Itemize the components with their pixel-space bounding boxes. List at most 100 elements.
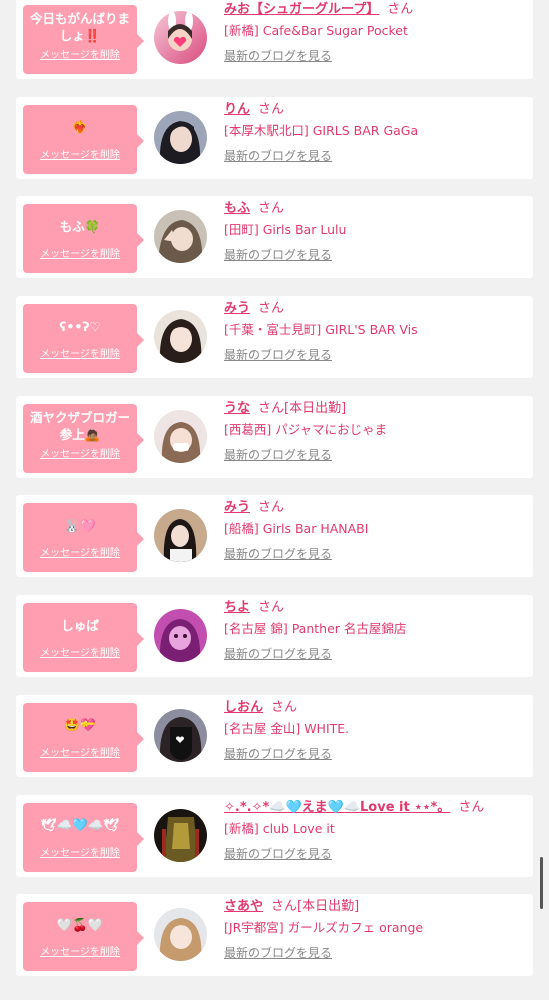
cast-name-link[interactable]: ✧.*.✧*☁️🩵えま🩵☁️Love it ⋆⋆*。 <box>224 800 450 815</box>
message-bubble: ❤️‍🔥 メッセージを削除 <box>23 104 144 174</box>
scrollbar[interactable] <box>540 857 543 909</box>
message-bubble: 酒ヤクザブロガー参上🙇🏽 メッセージを削除 <box>23 403 144 473</box>
message-text: ʕ••ʔ♡ <box>59 318 101 334</box>
avatar-photo <box>154 609 207 663</box>
honorific: さん <box>258 600 285 616</box>
message-bubble: 🐰🩷 メッセージを削除 <box>23 503 144 573</box>
avatar[interactable] <box>154 609 207 663</box>
profile-info: ✧.*.✧*☁️🩵えま🩵☁️Love it ⋆⋆*。 さん [新橋] club L… <box>224 799 527 862</box>
profile-info: みお【シュガーグループ】 さん [新橋] Cafe&Bar Sugar Pocke… <box>224 1 527 64</box>
delete-message-link[interactable]: メッセージを削除 <box>27 248 133 262</box>
shop-label: [西葛西] パジャマにおじゃま <box>224 421 388 437</box>
message-text: 🤩💝 <box>64 717 96 733</box>
delete-message-link[interactable]: メッセージを削除 <box>27 448 133 462</box>
shop-label: [名古屋 金山] WHITE. <box>224 720 350 736</box>
shop-label: [新橋] Cafe&Bar Sugar Pocket <box>224 23 408 38</box>
honorific: さん <box>271 699 298 715</box>
cast-name-link[interactable]: みう <box>224 500 250 515</box>
profile-info: みう さん [千葉・富士見町] GIRL'S BAR Vis 最新のブログを見る <box>224 300 527 363</box>
latest-blog-link[interactable]: 最新のブログを見る <box>224 148 332 164</box>
message-text: 今日もがんばりましょ‼️ <box>29 11 130 43</box>
shop-label: [新橋] club Love it <box>224 820 335 836</box>
cast-name-link[interactable]: もふ <box>224 201 250 216</box>
latest-blog-link[interactable]: 最新のブログを見る <box>224 646 332 662</box>
latest-blog-link[interactable]: 最新のブログを見る <box>224 447 332 463</box>
latest-blog-link[interactable]: 最新のブログを見る <box>224 846 332 862</box>
profile-info: ちよ さん [名古屋 錦] Panther 名古屋錦店 最新のブログを見る <box>224 599 527 662</box>
message-bubble: しゅぱ メッセージを削除 <box>23 603 144 673</box>
list-item: しゅぱ メッセージを削除 ちよ さん [名古屋 錦] Panther 名古屋錦店 … <box>16 595 533 678</box>
favorites-list: 今日もがんばりましょ‼️ メッセージを削除 みお【シュガーグループ】 さん [新橋… <box>0 0 549 994</box>
latest-blog-link[interactable]: 最新のブログを見る <box>224 746 332 762</box>
message-bubble: 🤍🍒🤍 メッセージを削除 <box>23 902 144 972</box>
list-item: 🐰🩷 メッセージを削除 みう さん [船橋] Girls Bar HANABI 最… <box>16 495 533 578</box>
honorific: さん <box>258 101 285 117</box>
message-text: ❤️‍🔥 <box>72 119 88 135</box>
profile-info: しおん さん [名古屋 金山] WHITE. 最新のブログを見る <box>224 699 527 762</box>
latest-blog-link[interactable]: 最新のブログを見る <box>224 546 332 562</box>
honorific: さん <box>258 201 285 217</box>
delete-message-link[interactable]: メッセージを削除 <box>27 647 133 661</box>
list-item: もふ🍀 メッセージを削除 もふ さん [田町] Girls Bar Lulu 最新… <box>16 196 533 279</box>
delete-message-link[interactable]: メッセージを削除 <box>27 547 133 561</box>
message-text: 🤍🍒🤍 <box>56 916 104 932</box>
avatar-photo <box>154 509 207 563</box>
message-text: 酒ヤクザブロガー参上🙇🏽 <box>29 409 130 442</box>
profile-info: さあや さん[本日出勤] [JR宇都宮] ガールズカフェ orange 最新のブロ… <box>224 898 527 961</box>
shop-label: [名古屋 錦] Panther 名古屋錦店 <box>224 621 407 637</box>
avatar[interactable] <box>154 509 207 563</box>
latest-blog-link[interactable]: 最新のブログを見る <box>224 247 332 263</box>
message-bubble: 🤩💝 メッセージを削除 <box>23 702 144 772</box>
avatar-photo <box>154 11 207 64</box>
delete-message-link[interactable]: メッセージを削除 <box>27 348 133 362</box>
delete-message-link[interactable]: メッセージを削除 <box>27 149 133 163</box>
avatar-photo <box>154 708 207 762</box>
avatar[interactable] <box>154 808 207 862</box>
delete-message-link[interactable]: メッセージを削除 <box>27 847 133 861</box>
shop-label: [田町] Girls Bar Lulu <box>224 222 347 238</box>
avatar[interactable] <box>154 409 207 463</box>
message-text: もふ🍀 <box>59 218 101 234</box>
cast-name-link[interactable]: みう <box>224 301 250 316</box>
honorific: さん <box>258 500 285 516</box>
delete-message-link[interactable]: メッセージを削除 <box>27 49 133 63</box>
latest-blog-link[interactable]: 最新のブログを見る <box>224 945 332 961</box>
list-item: 今日もがんばりましょ‼️ メッセージを削除 みお【シュガーグループ】 さん [新橋… <box>16 0 533 79</box>
avatar-photo <box>154 808 207 862</box>
avatar[interactable] <box>154 110 207 164</box>
shop-label: [JR宇都宮] ガールズカフェ orange <box>224 920 424 936</box>
message-bubble: 🕊☁️🩵☁️🕊 メッセージを削除 <box>23 802 144 872</box>
latest-blog-link[interactable]: 最新のブログを見る <box>224 347 332 363</box>
message-text: しゅぱ <box>61 617 99 633</box>
profile-info: うな さん[本日出勤] [西葛西] パジャマにおじゃま 最新のブログを見る <box>224 400 527 463</box>
profile-info: りん さん [本厚木駅北口] GIRLS BAR GaGa 最新のブログを見る <box>224 101 527 164</box>
list-item: 🕊☁️🩵☁️🕊 メッセージを削除 ✧.*.✧*☁️🩵えま🩵☁️Love it ⋆… <box>16 794 533 877</box>
message-bubble: 今日もがんばりましょ‼️ メッセージを削除 <box>23 5 144 74</box>
cast-name-link[interactable]: みお【シュガーグループ】 <box>224 2 379 17</box>
honorific: さん <box>458 799 485 815</box>
cast-name-link[interactable]: うな <box>224 401 250 416</box>
avatar[interactable] <box>154 708 207 762</box>
cast-name-link[interactable]: さあや <box>224 899 263 914</box>
shop-label: [本厚木駅北口] GIRLS BAR GaGa <box>224 122 419 138</box>
latest-blog-link[interactable]: 最新のブログを見る <box>224 48 332 64</box>
shop-label: [船橋] Girls Bar HANABI <box>224 521 369 537</box>
avatar[interactable] <box>154 908 207 962</box>
list-item: 🤍🍒🤍 メッセージを削除 さあや さん[本日出勤] [JR宇都宮] ガールズカフェ… <box>16 894 533 977</box>
avatar[interactable] <box>154 310 207 364</box>
cast-name-link[interactable]: しおん <box>224 700 263 715</box>
message-text: 🕊☁️🩵☁️🕊 <box>40 817 120 832</box>
list-item: 🤩💝 メッセージを削除 しおん さん [名古屋 金山] WHITE. 最新のブログ… <box>16 694 533 777</box>
cast-name-link[interactable]: りん <box>224 102 250 117</box>
delete-message-link[interactable]: メッセージを削除 <box>27 747 133 761</box>
list-item: 酒ヤクザブロガー参上🙇🏽 メッセージを削除 うな さん[本日出勤] [西葛西] パ… <box>16 395 533 478</box>
avatar-photo <box>154 908 207 962</box>
avatar[interactable] <box>154 11 207 64</box>
shop-label: [千葉・富士見町] GIRL'S BAR Vis <box>224 322 418 338</box>
cast-name-link[interactable]: ちよ <box>224 600 250 615</box>
delete-message-link[interactable]: メッセージを削除 <box>27 946 133 960</box>
avatar-photo <box>154 110 207 164</box>
avatar[interactable] <box>154 210 207 264</box>
honorific: さん <box>258 301 285 317</box>
avatar-photo <box>154 210 207 264</box>
